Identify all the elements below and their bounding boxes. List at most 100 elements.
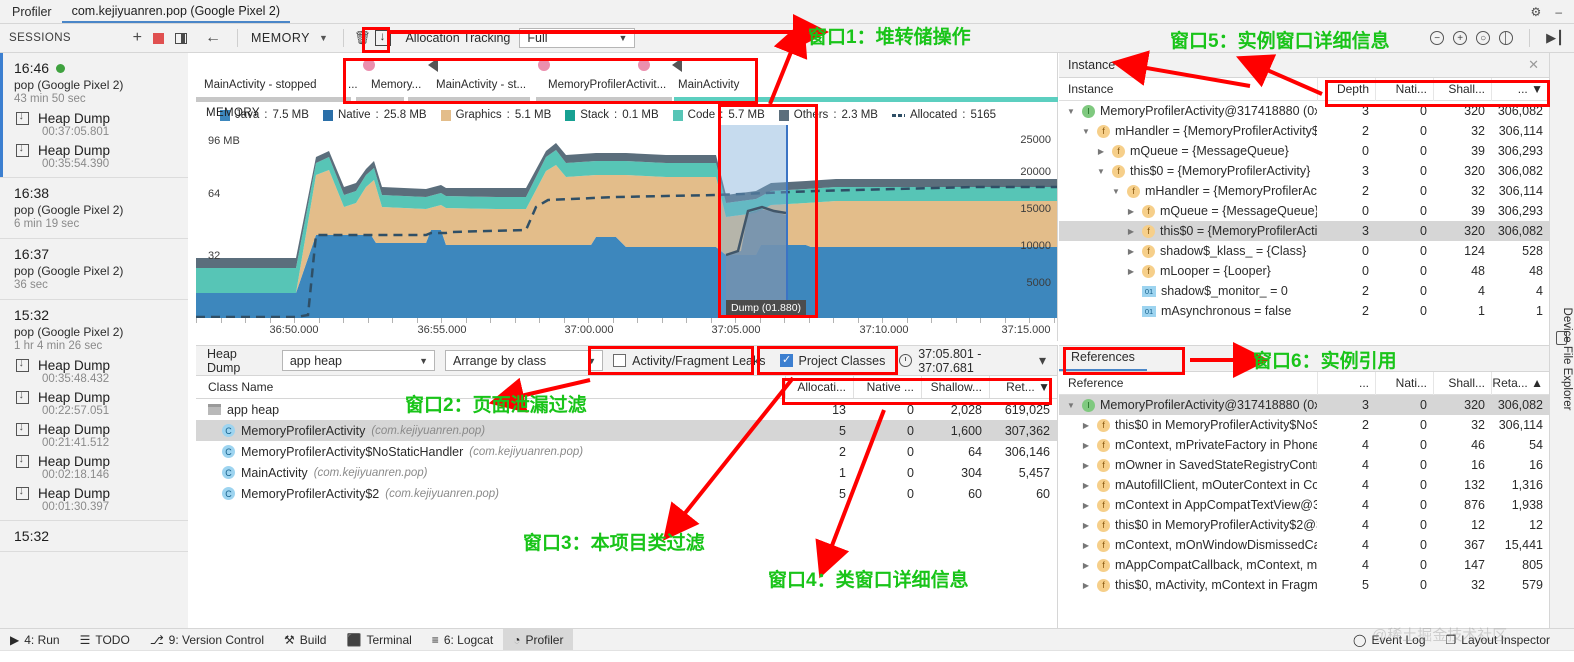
arrange-select[interactable]: Arrange by class ▼ — [445, 350, 604, 371]
chevron-down-icon[interactable]: ▼ — [1065, 107, 1077, 116]
tree-row[interactable]: ▶ f mContext, mOnWindowDismissedCallb 4 0 367… — [1059, 535, 1549, 555]
references-table-body[interactable]: ▼ I MemoryProfilerActivity@317418880 (0x12… — [1059, 395, 1549, 595]
session-group[interactable]: 16:46pop (Google Pixel 2)43 min 50 sec He… — [0, 53, 188, 178]
trash-icon[interactable]: 🗑 — [351, 30, 374, 46]
chevron-right-icon[interactable]: ▶ — [1080, 421, 1092, 430]
tree-row[interactable]: ▶ f this$0 in MemoryProfilerActivity$NoSta… — [1059, 415, 1549, 435]
status-item-build[interactable]: ⚒ Build — [274, 629, 336, 650]
chevron-right-icon[interactable]: ▶ — [1125, 207, 1137, 216]
session-group[interactable]: 16:37 pop (Google Pixel 2) 36 sec — [0, 239, 188, 300]
heap-dump-entry[interactable]: Heap Dump — [0, 139, 188, 158]
tree-row[interactable]: ▼ f mHandler = {MemoryProfilerActivity$N 2 0… — [1059, 121, 1549, 141]
tree-row[interactable]: ▶ f shadow$_klass_ = {Class} 0 0 124 528 — [1059, 241, 1549, 261]
tree-row[interactable]: ▶ f mOwner in SavedStateRegistryControll 4 0… — [1059, 455, 1549, 475]
column-header[interactable]: Shallow... — [921, 376, 989, 398]
chevron-right-icon[interactable]: ▶ — [1125, 227, 1137, 236]
table-row[interactable]: C MemoryProfilerActivity$2 (com.kejiyuanre… — [196, 483, 1057, 504]
status-item-run[interactable]: ▶ 4: Run — [0, 629, 70, 650]
activity-fragment-leaks-checkbox[interactable]: Activity/Fragment Leaks — [613, 354, 766, 368]
zoom-in-icon[interactable]: + — [1453, 31, 1468, 45]
plus-icon[interactable]: + — [133, 29, 142, 47]
chevron-right-icon[interactable]: ▶ — [1080, 541, 1092, 550]
status-item-profiler[interactable]: ◔ Profiler — [503, 629, 574, 650]
status-item-version-control[interactable]: ⎇ 9: Version Control — [140, 629, 274, 650]
allocation-tracking-select[interactable]: Full ▼ — [519, 28, 636, 48]
tree-row[interactable]: ▶ f this$0, mActivity, mContext in Fragmen… — [1059, 575, 1549, 595]
stop-record-icon[interactable] — [153, 32, 164, 44]
tree-row[interactable]: 01 mAsynchronous = false 2 0 1 1 — [1059, 301, 1549, 321]
heap-dump-entry[interactable]: Heap Dump — [0, 354, 188, 373]
tree-row[interactable]: ▶ f this$0 = {MemoryProfilerActiv 3 0 320 306,… — [1059, 221, 1549, 241]
chevron-down-icon[interactable]: ▼ — [1065, 401, 1077, 410]
chevron-right-icon[interactable]: ▶ — [1080, 521, 1092, 530]
status-item-todo[interactable]: ☰ TODO — [70, 629, 140, 650]
column-header[interactable]: Shall... — [1433, 78, 1491, 101]
device-file-explorer-tab[interactable]: Device File Explorer — [1549, 53, 1574, 628]
column-header[interactable]: Depth — [1317, 78, 1375, 101]
references-table[interactable]: Reference... Nati... Shall... Reta... ▲ ▼ I M… — [1059, 372, 1549, 628]
session-tab[interactable]: com.kejiyuanren.pop (Google Pixel 2) — [61, 0, 291, 23]
table-row[interactable]: C MemoryProfilerActivity (com.kejiyuanren.… — [196, 420, 1057, 441]
tree-row[interactable]: 01 shadow$_monitor_ = 0 2 0 4 4 — [1059, 281, 1549, 301]
chevron-right-icon[interactable]: ▶ — [1080, 461, 1092, 470]
table-row[interactable]: C MemoryProfilerActivity$NoStaticHandler(… — [196, 441, 1057, 462]
chevron-right-icon[interactable]: ▶ — [1080, 441, 1092, 450]
session-group[interactable]: 16:38 pop (Google Pixel 2) 6 min 19 sec — [0, 178, 188, 239]
sessions-list[interactable]: 16:46pop (Google Pixel 2)43 min 50 secHe… — [0, 53, 188, 628]
tree-row[interactable]: ▶ f mContext, mPrivateFactory in PhoneLay 4… — [1059, 435, 1549, 455]
chevron-right-icon[interactable]: ▶ — [1125, 247, 1137, 256]
instance-table-body[interactable]: ▼IMemoryProfilerActivity@317418880 (0x12… — [1059, 101, 1549, 321]
chevron-right-icon[interactable]: ▶ — [1080, 481, 1092, 490]
close-icon[interactable]: ✕ — [1528, 57, 1549, 73]
column-header[interactable]: Ret... ▼ — [989, 376, 1057, 398]
tab-references[interactable]: References — [1059, 350, 1147, 371]
tree-row[interactable]: ▼IMemoryProfilerActivity@317418880 (0x12… — [1059, 101, 1549, 121]
heap-dump-entry[interactable]: Heap Dump — [0, 418, 188, 437]
reset-zoom-icon[interactable]: ○ — [1476, 31, 1491, 45]
tree-row[interactable]: ▼ f mHandler = {MemoryProfilerActi 2 0 32 306,… — [1059, 181, 1549, 201]
column-header[interactable]: ... ▼ — [1491, 78, 1549, 101]
status-item-logcat[interactable]: ≡ 6: Logcat — [422, 629, 503, 650]
tree-row[interactable]: ▼IMemoryProfilerActivity@317418880 (0x12… — [1059, 395, 1549, 415]
back-arrow-icon[interactable]: ← — [196, 29, 230, 47]
table-row[interactable]: app heap 13 0 2,028 619,025 — [196, 399, 1057, 420]
memory-chart[interactable]: 96 MB 64 32 25000 20000 15000 10000 5000… — [196, 125, 1058, 341]
chevron-down-icon[interactable]: ▼ — [1080, 127, 1092, 136]
project-classes-checkbox[interactable]: Project Classes — [779, 353, 885, 368]
session-group[interactable]: 15:32 pop (Google Pixel 2) 1 hr 4 min 26 s… — [0, 300, 188, 521]
column-header[interactable]: Allocati... — [785, 376, 853, 398]
chevron-right-icon[interactable]: ▶ — [1080, 501, 1092, 510]
heap-select[interactable]: app heap ▼ — [281, 350, 436, 371]
tree-row[interactable]: ▶ f mQueue = {MessageQueue} 0 0 39 306,293 — [1059, 201, 1549, 221]
tree-row[interactable]: ▶ f this$0 in MemoryProfilerActivity$2@317… — [1059, 515, 1549, 535]
tree-row[interactable]: ▶ f mLooper = {Looper} 0 0 48 48 — [1059, 261, 1549, 281]
instance-view-table[interactable]: Instance Depth Nati... Shall...... ▼ ▼ I Memo… — [1059, 78, 1549, 337]
event-timeline[interactable]: MainActivity - stopped... Memory... MainAc… — [196, 53, 1058, 105]
chevron-right-icon[interactable]: ▶ — [1080, 581, 1092, 590]
split-panel-icon[interactable] — [175, 32, 187, 44]
column-header[interactable]: Native ... — [853, 376, 921, 398]
chevron-down-icon[interactable]: ▼ — [314, 33, 336, 43]
chevron-right-icon[interactable]: ▶ — [1095, 147, 1107, 156]
column-header[interactable]: Reta... ▲ — [1491, 372, 1549, 395]
column-header-primary[interactable]: Instance — [1059, 82, 1317, 96]
zoom-fit-icon[interactable]: │ — [1499, 31, 1514, 45]
heap-dump-icon[interactable] — [375, 29, 392, 46]
chevron-down-icon[interactable]: ▼ — [1095, 167, 1107, 176]
zoom-out-icon[interactable]: − — [1430, 31, 1445, 45]
tree-row[interactable]: ▶ f mAutofillClient, mOuterContext in Cont… — [1059, 475, 1549, 495]
goto-live-icon[interactable]: ▶┃ — [1546, 30, 1564, 46]
chevron-right-icon[interactable]: ▶ — [1080, 561, 1092, 570]
column-header[interactable]: ... — [1317, 372, 1375, 395]
table-row[interactable]: C MainActivity (com.kejiyuanren.pop) 1 0 304 5… — [196, 462, 1057, 483]
minimize-icon[interactable]: – — [1555, 6, 1562, 18]
gear-icon[interactable]: ⚙ — [1531, 6, 1542, 18]
chevron-down-icon[interactable]: ▼ — [1110, 187, 1122, 196]
column-header[interactable]: Nati... — [1375, 372, 1433, 395]
class-table-body[interactable]: app heap 13 0 2,028 619,025 C MemoryProfilerAc… — [196, 399, 1057, 504]
heap-dump-entry[interactable]: Heap Dump — [0, 386, 188, 405]
tree-row[interactable]: ▶ f mQueue = {MessageQueue} 0 0 39 306,293 — [1059, 141, 1549, 161]
heap-dump-entry[interactable]: Heap Dump — [0, 450, 188, 469]
tree-row[interactable]: ▼ f this$0 = {MemoryProfilerActivity} 3 0 320… — [1059, 161, 1549, 181]
heap-dump-entry[interactable]: Heap Dump — [0, 482, 188, 501]
